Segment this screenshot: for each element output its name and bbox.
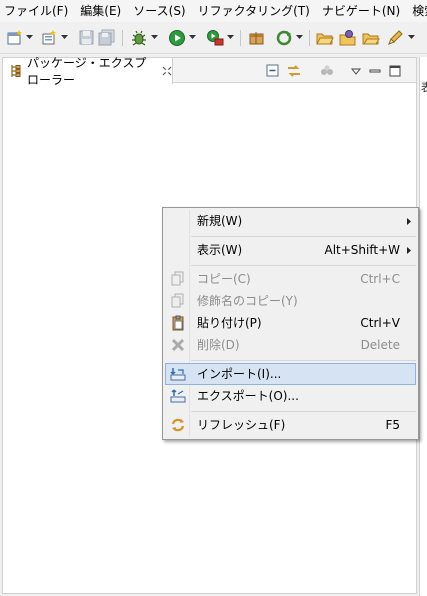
menu-item-label: コピー(C) <box>197 272 251 286</box>
menu-item-label: 貼り付け(P) <box>197 316 262 330</box>
menu-item-label: 表示(W) <box>197 243 243 257</box>
menu-item-shortcut: Ctrl+C <box>360 272 400 286</box>
menu-bar: ファイル(F) 編集(E) ソース(S) リファクタリング(T) ナビゲート(N… <box>0 0 427 22</box>
open-folder-icon[interactable] <box>316 29 334 47</box>
menu-item-label: 修飾名のコピー(Y) <box>197 294 298 308</box>
main-toolbar <box>0 22 427 54</box>
menu-item-delete[interactable]: 削除(D) Delete <box>165 334 416 356</box>
right-panel: 表 <box>419 57 427 596</box>
tab-label: パッケージ・エクスプローラー <box>27 56 147 87</box>
context-menu: 新規(W) 表示(W) Alt+Shift+W コピー(C) Ctrl+C 修飾… <box>162 207 419 440</box>
menu-edit[interactable]: 編集(E) <box>74 0 127 22</box>
view-header: パッケージ・エクスプローラー <box>3 56 416 87</box>
refresh-icon <box>170 417 186 433</box>
toolbar-separator <box>309 30 310 46</box>
save-all-icon[interactable] <box>98 29 116 47</box>
menu-item-label: 削除(D) <box>197 338 240 352</box>
menu-file[interactable]: ファイル(F) <box>0 0 74 22</box>
export-icon <box>170 388 186 404</box>
save-icon[interactable] <box>78 29 96 47</box>
menu-item-copy-qualified-name[interactable]: 修飾名のコピー(Y) <box>165 290 416 312</box>
menu-item-new[interactable]: 新規(W) <box>165 210 416 232</box>
close-icon[interactable] <box>162 66 172 76</box>
menu-item-label: インポート(I)... <box>197 367 282 381</box>
menu-item-shortcut: Ctrl+V <box>360 316 400 330</box>
pencil-dropdown-icon[interactable] <box>408 35 415 40</box>
open-resource-icon[interactable] <box>362 29 380 47</box>
toolbar-separator <box>122 30 123 46</box>
menu-separator <box>191 265 416 266</box>
tab-package-explorer[interactable]: パッケージ・エクスプローラー <box>3 56 173 87</box>
new-dropdown-icon[interactable] <box>61 35 68 40</box>
new-wizard-dropdown-icon[interactable] <box>26 35 33 40</box>
menu-item-label: エクスポート(O)... <box>197 389 299 403</box>
menu-item-import[interactable]: インポート(I)... <box>165 363 416 385</box>
package-explorer-icon <box>9 64 23 78</box>
debug-icon[interactable] <box>130 29 148 47</box>
menu-item-shortcut: F5 <box>385 418 400 432</box>
minimize-icon[interactable] <box>367 63 383 79</box>
menu-item-label: リフレッシュ(F) <box>197 418 286 432</box>
copy-icon <box>170 271 186 287</box>
menu-source[interactable]: ソース(S) <box>127 0 191 22</box>
link-with-editor-icon[interactable] <box>286 63 302 79</box>
menu-separator <box>191 411 416 412</box>
debug-dropdown-icon[interactable] <box>151 35 158 40</box>
menu-separator <box>191 360 416 361</box>
maximize-icon[interactable] <box>387 63 403 79</box>
menu-navigate[interactable]: ナビゲート(N) <box>316 0 406 22</box>
collapse-all-icon[interactable] <box>265 63 281 79</box>
menu-item-shortcut: Delete <box>360 338 400 352</box>
run-dropdown-icon[interactable] <box>189 35 196 40</box>
menu-item-refresh[interactable]: リフレッシュ(F) F5 <box>165 414 416 436</box>
import-icon <box>170 366 186 382</box>
menu-search[interactable]: 検索(A) <box>406 0 427 22</box>
view-menu-icon[interactable] <box>348 63 364 79</box>
menu-item-shortcut: Alt+Shift+W <box>324 243 401 257</box>
new-wizard-icon[interactable] <box>6 29 24 47</box>
submenu-arrow-icon <box>407 218 411 225</box>
menu-item-show-in[interactable]: 表示(W) Alt+Shift+W <box>165 239 416 261</box>
toolbar-separator <box>240 30 241 46</box>
refresh-sync-icon[interactable] <box>275 29 293 47</box>
menu-item-copy[interactable]: コピー(C) Ctrl+C <box>165 268 416 290</box>
copy-qualified-name-icon <box>170 293 186 309</box>
open-type-icon[interactable] <box>339 29 357 47</box>
new-java-class-icon[interactable] <box>41 29 59 47</box>
paste-icon <box>170 315 186 331</box>
menu-item-label: 新規(W) <box>197 214 243 228</box>
delete-icon <box>170 337 186 353</box>
focus-icon[interactable] <box>319 63 335 79</box>
menu-item-export[interactable]: エクスポート(O)... <box>165 385 416 407</box>
menu-separator <box>191 236 416 237</box>
new-package-icon[interactable] <box>248 29 266 47</box>
external-tools-dropdown-icon[interactable] <box>227 35 234 40</box>
right-panel-label: 表 <box>421 81 427 94</box>
pencil-icon[interactable] <box>386 29 404 47</box>
sync-dropdown-icon[interactable] <box>296 35 303 40</box>
run-icon[interactable] <box>168 29 186 47</box>
menu-refactor[interactable]: リファクタリング(T) <box>192 0 316 22</box>
menu-item-paste[interactable]: 貼り付け(P) Ctrl+V <box>165 312 416 334</box>
external-tools-icon[interactable] <box>206 29 224 47</box>
submenu-arrow-icon <box>407 247 411 254</box>
